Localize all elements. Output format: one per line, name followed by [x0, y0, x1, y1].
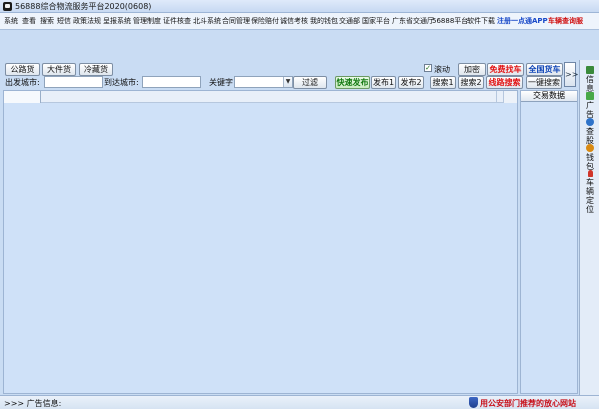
menu-item-policy[interactable]: 政策法规	[73, 16, 101, 26]
grid-header	[4, 91, 517, 103]
right-toolbar-location[interactable]: 车辆定位	[580, 170, 599, 214]
quick-publish-button[interactable]: 快速发布	[335, 76, 370, 89]
vehicle-query-link[interactable]: 车辆查询服	[548, 16, 583, 26]
right-toolbar: 信息 广告 查股 钱包 车辆定位	[579, 60, 599, 395]
menu-item-view[interactable]: 查看	[22, 16, 36, 26]
stock-icon	[586, 118, 594, 126]
menu-item-national[interactable]: 国家平台	[362, 16, 390, 26]
encrypt-button[interactable]: 加密	[458, 63, 486, 76]
right-toolbar-ad-label: 广告	[586, 101, 594, 119]
ad-icon	[586, 92, 594, 100]
right-toolbar-stock[interactable]: 查股	[580, 118, 599, 145]
menu-item-gd-transport[interactable]: 广东省交通厅	[392, 16, 434, 26]
filter-button[interactable]: 过滤	[293, 76, 327, 89]
register-app-link[interactable]: 注册一点通APP	[497, 16, 548, 26]
menu-item-system[interactable]: 系统	[4, 16, 18, 26]
menu-item-license[interactable]: 证件核查	[163, 16, 191, 26]
status-bar: >>> 广告信息: 用公安部门推荐的放心网站	[0, 395, 599, 409]
ad-info-label: >>> 广告信息:	[4, 399, 62, 408]
scroll-checkbox[interactable]: ✓	[424, 64, 432, 72]
right-toolbar-info-label: 信息	[586, 75, 594, 93]
window-title: 56888综合物流服务平台2020(0608)	[15, 2, 152, 11]
route-search-button[interactable]: 线路搜索	[486, 76, 523, 89]
cargo-grid[interactable]	[3, 90, 518, 394]
depart-city-label: 出发城市:	[5, 78, 40, 87]
menu-item-insurance[interactable]: 保险赔付	[251, 16, 279, 26]
police-shield-icon	[469, 397, 478, 408]
title-bar: 56888综合物流服务平台2020(0608)	[0, 0, 599, 13]
right-toolbar-wallet-label: 钱包	[586, 153, 594, 171]
collapse-panel-button[interactable]: >>	[564, 62, 578, 87]
menu-item-56888[interactable]: 56888平台	[432, 16, 468, 26]
right-toolbar-wallet[interactable]: 钱包	[580, 144, 599, 171]
arrive-city-input[interactable]	[142, 76, 201, 88]
grid-header-corner[interactable]	[4, 91, 41, 103]
grid-header-column[interactable]	[503, 91, 517, 103]
arrive-city-label: 到达城市:	[104, 78, 139, 87]
publish2-button[interactable]: 发布2	[398, 76, 424, 89]
trade-data-panel: 交易数据	[520, 90, 578, 394]
menu-item-search[interactable]: 搜索	[40, 16, 54, 26]
app-icon	[3, 2, 12, 11]
publish1-button[interactable]: 发布1	[371, 76, 396, 89]
menu-item-management[interactable]: 管理制度	[133, 16, 161, 26]
menu-item-wallet[interactable]: 我的钱包	[310, 16, 338, 26]
menu-item-beidou[interactable]: 北斗系统	[193, 16, 221, 26]
menu-item-mot[interactable]: 交通部	[339, 16, 360, 26]
menu-item-sms[interactable]: 短信	[57, 16, 71, 26]
keyword-select[interactable]: ▼	[234, 76, 293, 88]
right-toolbar-info[interactable]: 信息	[580, 66, 599, 93]
scroll-label: 滚动	[434, 65, 450, 74]
depart-city-input[interactable]	[44, 76, 103, 88]
tab-cold-cargo[interactable]: 冷藏货	[79, 63, 113, 76]
national-truck-button[interactable]: 全国货车	[526, 63, 563, 76]
menu-item-report[interactable]: 呈报系统	[103, 16, 131, 26]
menu-bar: 系统 查看 搜索 短信 政策法规 呈报系统 管理制度 证件核查 北斗系统 合同管…	[0, 13, 599, 30]
right-toolbar-stock-label: 查股	[586, 127, 594, 145]
right-toolbar-ad[interactable]: 广告	[580, 92, 599, 119]
trade-data-header[interactable]: 交易数据	[521, 91, 577, 102]
search2-button[interactable]: 搜索2	[458, 76, 484, 89]
free-find-truck-button[interactable]: 免费找车	[487, 63, 524, 76]
menu-item-credit[interactable]: 诚信考核	[280, 16, 308, 26]
menu-item-download[interactable]: 软件下载	[467, 16, 495, 26]
wallet-icon	[586, 144, 594, 152]
chevron-down-icon: ▼	[283, 77, 292, 87]
info-icon	[586, 66, 594, 74]
tab-public-cargo[interactable]: 公路货	[5, 63, 40, 76]
keyword-label: 关键字	[209, 78, 233, 87]
search1-button[interactable]: 搜索1	[430, 76, 456, 89]
one-key-search-button[interactable]: 一键搜索	[526, 76, 562, 89]
grid-header-column[interactable]	[496, 91, 503, 103]
menu-item-contract[interactable]: 合同管理	[222, 16, 250, 26]
location-icon	[587, 170, 593, 177]
tab-bulk-cargo[interactable]: 大件货	[42, 63, 76, 76]
right-toolbar-location-label: 车辆定位	[586, 178, 594, 214]
police-recommend-link[interactable]: 用公安部门推荐的放心网站	[480, 398, 576, 409]
